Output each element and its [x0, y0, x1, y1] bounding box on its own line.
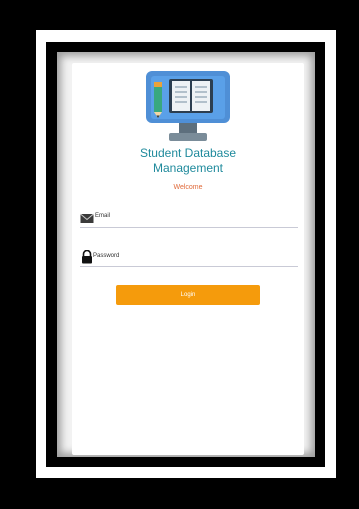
email-field[interactable]: Email — [80, 211, 298, 228]
password-label: Password — [93, 253, 120, 259]
app-title-line-1: Student Database — [139, 146, 237, 160]
monitor-book-icon — [146, 71, 230, 141]
mail-icon — [80, 213, 94, 223]
login-button[interactable]: Login — [116, 285, 260, 305]
email-label: Email — [95, 213, 111, 219]
welcome-text: Welcome — [173, 184, 203, 191]
app-title-line-2: Management — [152, 161, 224, 175]
app-title: Student Database Management — [110, 146, 266, 176]
lock-icon — [82, 250, 92, 264]
password-field[interactable]: Password — [80, 250, 298, 267]
